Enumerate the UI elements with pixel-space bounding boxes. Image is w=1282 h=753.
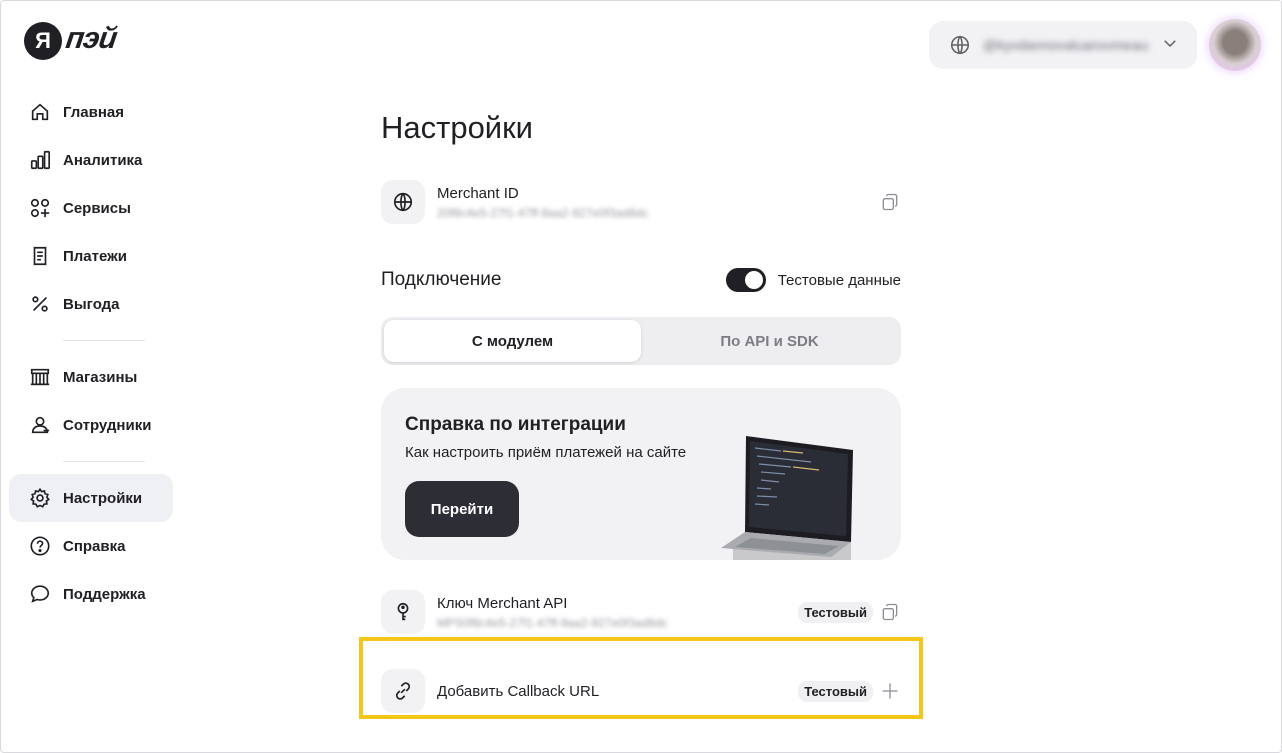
tab-api-sdk[interactable]: По API и SDK: [641, 320, 898, 362]
api-key-title: Ключ Merchant API: [437, 594, 568, 612]
callback-url-row[interactable]: Добавить Callback URL Тестовый: [381, 659, 901, 723]
sidebar-item-support[interactable]: Поддержка: [9, 570, 173, 618]
receipt-icon: [29, 245, 51, 267]
employees-icon: [29, 414, 51, 436]
merchant-id-row: Merchant ID 20f8c4e5-27f1-47ff-9aa2-927e…: [381, 170, 901, 234]
help-circle-icon: [29, 535, 51, 557]
sidebar-item-label: Выгода: [63, 295, 120, 313]
copy-icon[interactable]: [879, 601, 901, 623]
laptop-illustration: [721, 436, 853, 560]
sidebar-item-label: Справка: [63, 537, 126, 555]
sidebar-item-settings[interactable]: Настройки: [9, 474, 173, 522]
test-data-toggle[interactable]: Тестовые данные: [725, 268, 901, 292]
account-name: @kyvdannovaluanxvmeaux: [983, 37, 1149, 53]
connection-title: Подключение: [381, 269, 502, 290]
sidebar-item-services[interactable]: Сервисы: [9, 184, 173, 232]
chat-icon: [29, 583, 51, 605]
go-button[interactable]: Перейти: [405, 481, 519, 537]
logo-word: пэй: [63, 22, 119, 55]
sidebar-item-home[interactable]: Главная: [9, 88, 173, 136]
sidebar-item-benefits[interactable]: Выгода: [9, 280, 173, 328]
services-icon: [29, 197, 51, 219]
callback-url-title: Добавить Callback URL: [437, 682, 600, 700]
settings-main: Настройки Merchant ID 20f8c4e5-27f1-47ff…: [381, 110, 901, 723]
test-badge: Тестовый: [798, 680, 873, 702]
merchant-id-title: Merchant ID: [437, 184, 519, 202]
store-icon: [29, 366, 51, 388]
sidebar-item-payments[interactable]: Платежи: [9, 232, 173, 280]
sidebar-item-label: Сотрудники: [63, 416, 152, 434]
plus-icon[interactable]: [879, 680, 901, 702]
sidebar-item-label: Поддержка: [63, 585, 146, 603]
bar-chart-icon: [29, 149, 51, 171]
toggle-label: Тестовые данные: [777, 271, 901, 289]
key-icon: [381, 590, 425, 634]
copy-icon[interactable]: [879, 191, 901, 213]
sidebar-item-employees[interactable]: Сотрудники: [9, 401, 173, 449]
toggle-switch[interactable]: [725, 268, 766, 292]
sidebar-item-label: Сервисы: [63, 199, 131, 217]
integration-tabs: С модулем По API и SDK: [381, 317, 901, 365]
sidebar-item-label: Платежи: [63, 247, 127, 265]
sidebar-item-label: Главная: [63, 103, 125, 121]
link-icon: [381, 669, 425, 713]
home-icon: [29, 101, 51, 123]
sidebar-divider: [63, 340, 145, 341]
sidebar-item-help[interactable]: Справка: [9, 522, 173, 570]
api-key-value: MPS0f8c4e5-27f1-47ff-9aa2-927e0f3ad8dc: [437, 615, 668, 630]
merchant-id-value: 20f8c4e5-27f1-47ff-9aa2-927e0f3ad8dc: [437, 205, 649, 220]
sidebar-divider: [63, 461, 145, 462]
sidebar-item-analytics[interactable]: Аналитика: [9, 136, 173, 184]
tab-module[interactable]: С модулем: [384, 320, 641, 362]
sidebar-item-label: Настройки: [63, 489, 143, 507]
test-badge: Тестовый: [798, 601, 873, 623]
sidebar-item-label: Магазины: [63, 368, 138, 386]
sidebar-nav: Главная Аналитика Сервисы Платежи Выгода…: [9, 88, 173, 618]
page-title: Настройки: [381, 110, 534, 145]
percent-icon: [29, 293, 51, 315]
sidebar-item-label: Аналитика: [63, 151, 143, 169]
account-selector[interactable]: @kyvdannovaluanxvmeaux: [929, 21, 1197, 69]
sidebar-item-stores[interactable]: Магазины: [9, 353, 173, 401]
connection-header: Подключение Тестовые данные: [381, 260, 901, 300]
integration-help-card: Справка по интеграции Как настроить приё…: [381, 388, 901, 560]
globe-icon: [381, 180, 425, 224]
yandex-pay-logo[interactable]: Я пэй: [24, 22, 119, 60]
globe-icon: [950, 35, 970, 55]
chevron-down-icon: [1161, 34, 1179, 57]
logo-mark: Я: [24, 22, 62, 60]
merchant-api-key-row: Ключ Merchant API MPS0f8c4e5-27f1-47ff-9…: [381, 580, 901, 644]
avatar[interactable]: [1209, 19, 1261, 71]
gear-icon: [29, 487, 51, 509]
